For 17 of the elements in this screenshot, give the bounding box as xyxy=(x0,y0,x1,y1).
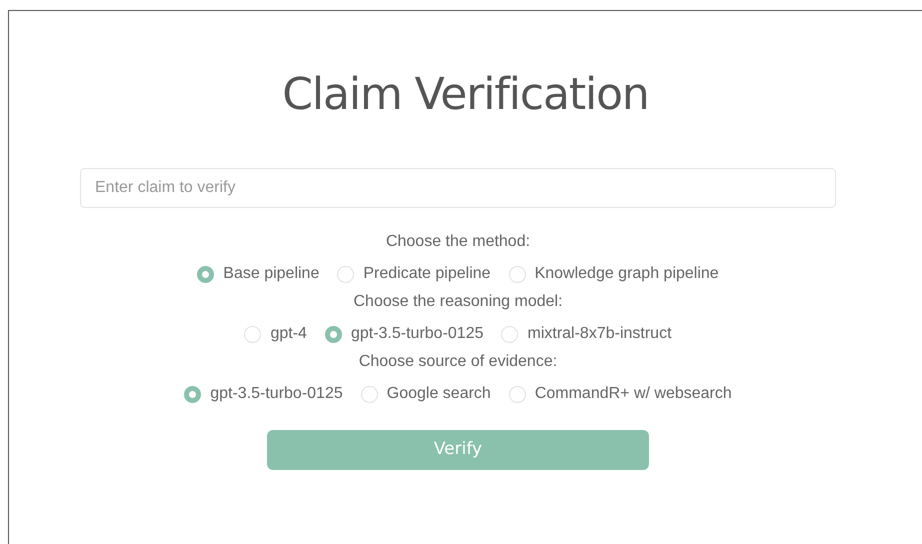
group-label: Choose source of evidence: xyxy=(358,352,558,372)
group-label: Choose the method: xyxy=(386,232,530,252)
page-title: Claim Verification xyxy=(282,69,649,121)
option-label[interactable]: Google search xyxy=(386,382,491,406)
option-label[interactable]: gpt-3.5-turbo-0125 xyxy=(210,382,343,406)
option-label[interactable]: CommandR+ w/ websearch xyxy=(534,382,732,406)
option-label[interactable]: mixtral-8x7b-instruct xyxy=(527,322,672,346)
option-label[interactable]: Knowledge graph pipeline xyxy=(534,262,719,286)
option-label[interactable]: gpt-3.5-turbo-0125 xyxy=(350,322,484,346)
option-label[interactable]: Base pipeline xyxy=(223,262,320,286)
option-label[interactable]: Predicate pipeline xyxy=(363,262,491,286)
radio-button[interactable] xyxy=(184,386,202,402)
group-label: Choose the reasoning model: xyxy=(353,292,563,312)
claim-input-field[interactable]: Enter claim to verify xyxy=(80,168,836,208)
radio-button[interactable] xyxy=(197,266,214,282)
option-label[interactable]: gpt-4 xyxy=(270,322,307,346)
radio-button[interactable] xyxy=(324,326,342,342)
